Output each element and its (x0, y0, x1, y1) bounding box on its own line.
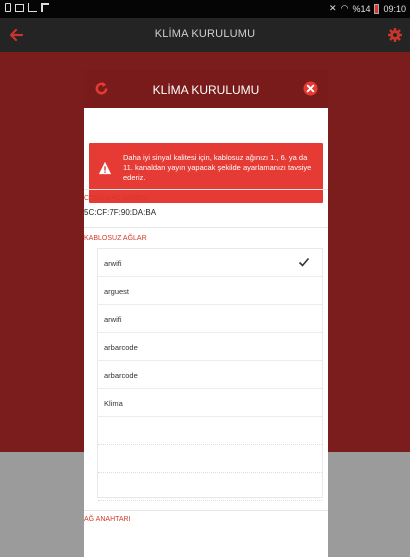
status-bar: ✕ ◠ %14 09:10 (0, 0, 410, 18)
network-row[interactable]: arwifi (98, 305, 322, 333)
modal-header: KLİMA KURULUMU (84, 70, 328, 108)
app-title: KLİMA KURULUMU (154, 28, 256, 40)
network-name: arwifi (104, 315, 122, 324)
mac-label: COSA MAC ADRESİ (84, 195, 149, 202)
battery-percent: %14 (352, 3, 371, 14)
mac-value: 5C:CF:7F:90:DA:BA (84, 208, 157, 217)
network-row[interactable]: arbarcode (98, 361, 322, 389)
notification-icons (5, 3, 49, 12)
gear-icon[interactable] (387, 27, 403, 43)
modal-title: KLİMA KURULUMU (152, 83, 260, 97)
empty-row (98, 501, 322, 529)
flag-icon (41, 3, 49, 12)
network-name: arbarcode (104, 371, 138, 380)
network-name: arguest (104, 287, 130, 296)
divider (84, 227, 328, 228)
chart-icon (28, 3, 37, 12)
close-icon[interactable] (303, 81, 318, 96)
signal-warning: Daha iyi sinyal kalitesi için, kablosuz … (89, 143, 323, 203)
network-name: Klima (104, 399, 123, 408)
alert-container: Daha iyi sinyal kalitesi için, kablosuz … (86, 140, 326, 203)
app-bar: KLİMA KURULUMU (0, 18, 410, 52)
status-right: ✕ ◠ %14 09:10 (329, 3, 406, 14)
clock: 09:10 (383, 3, 406, 14)
image-icon (15, 4, 24, 12)
network-name: arbarcode (104, 343, 138, 352)
warning-icon (98, 161, 112, 175)
network-row[interactable]: Klima (98, 389, 322, 417)
warning-text: Daha iyi sinyal kalitesi için, kablosuz … (123, 153, 312, 182)
networks-label: KABLOSUZ AĞLAR (84, 235, 147, 242)
battery-icon (374, 3, 380, 14)
network-row[interactable]: arguest (98, 277, 322, 305)
network-row[interactable]: arbarcode (98, 333, 322, 361)
network-list: arwifi arguest arwifi arbarcode arbarcod… (97, 248, 323, 501)
empty-row (98, 473, 322, 501)
key-label: AĞ ANAHTARI (84, 516, 131, 523)
notification-icon (5, 3, 11, 12)
mute-icon: ✕ (329, 3, 337, 13)
check-icon (298, 257, 310, 267)
divider (84, 510, 328, 511)
empty-row (98, 417, 322, 445)
wifi-icon: ◠ (340, 3, 349, 13)
network-name: arwifi (104, 259, 122, 268)
network-row[interactable]: arwifi (98, 249, 322, 277)
empty-row (98, 445, 322, 473)
divider (84, 189, 328, 190)
